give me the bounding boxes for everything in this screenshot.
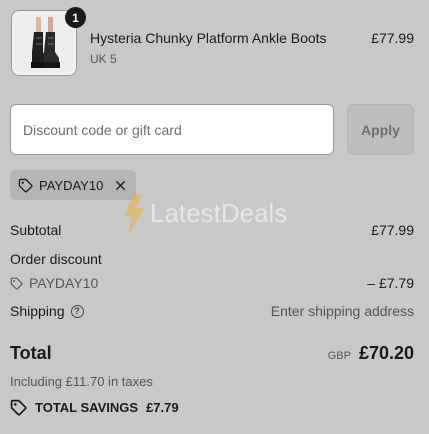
cart-line-item: 1 Hysteria Chunky Platform Ankle Boots U… bbox=[11, 7, 414, 78]
help-icon[interactable]: ? bbox=[70, 304, 84, 318]
savings-label: TOTAL SAVINGS bbox=[35, 400, 139, 415]
tag-icon bbox=[10, 399, 27, 416]
product-name: Hysteria Chunky Platform Ankle Boots bbox=[90, 30, 327, 46]
product-variant: UK 5 bbox=[90, 52, 117, 66]
discount-code-input[interactable] bbox=[10, 104, 334, 155]
close-icon[interactable] bbox=[115, 180, 126, 191]
subtotal-row: Subtotal £77.99 bbox=[10, 222, 414, 238]
discount-value: – £7.79 bbox=[367, 275, 414, 291]
savings-value: £7.79 bbox=[146, 400, 179, 415]
order-discount-label: Order discount bbox=[10, 251, 102, 267]
total-savings: TOTAL SAVINGS £7.79 bbox=[10, 399, 179, 416]
tag-icon bbox=[10, 277, 23, 290]
total-row: Total GBP £70.20 bbox=[10, 343, 414, 364]
tag-icon bbox=[18, 178, 33, 193]
boot-image bbox=[15, 14, 73, 72]
total-value: £70.20 bbox=[358, 343, 414, 363]
shipping-value: Enter shipping address bbox=[270, 303, 414, 319]
order-discount-row: Order discount bbox=[10, 251, 414, 267]
applied-discount-chip: PAYDAY10 bbox=[10, 170, 136, 200]
shipping-label: Shipping bbox=[10, 303, 65, 319]
shipping-row: Shipping ? Enter shipping address bbox=[10, 303, 414, 319]
discount-code-label: PAYDAY10 bbox=[29, 275, 99, 291]
apply-button[interactable]: Apply bbox=[347, 104, 414, 155]
applied-code-label: PAYDAY10 bbox=[39, 177, 104, 193]
subtotal-label: Subtotal bbox=[10, 222, 62, 238]
discount-code-row: PAYDAY10 – £7.79 bbox=[10, 275, 414, 291]
product-thumbnail: 1 bbox=[11, 7, 86, 76]
subtotal-value: £77.99 bbox=[371, 222, 414, 238]
currency-code: GBP bbox=[327, 350, 351, 362]
tax-note: Including £11.70 in taxes bbox=[10, 374, 153, 389]
quantity-badge: 1 bbox=[65, 7, 86, 28]
product-price: £77.99 bbox=[371, 30, 414, 46]
total-label: Total bbox=[10, 343, 52, 363]
